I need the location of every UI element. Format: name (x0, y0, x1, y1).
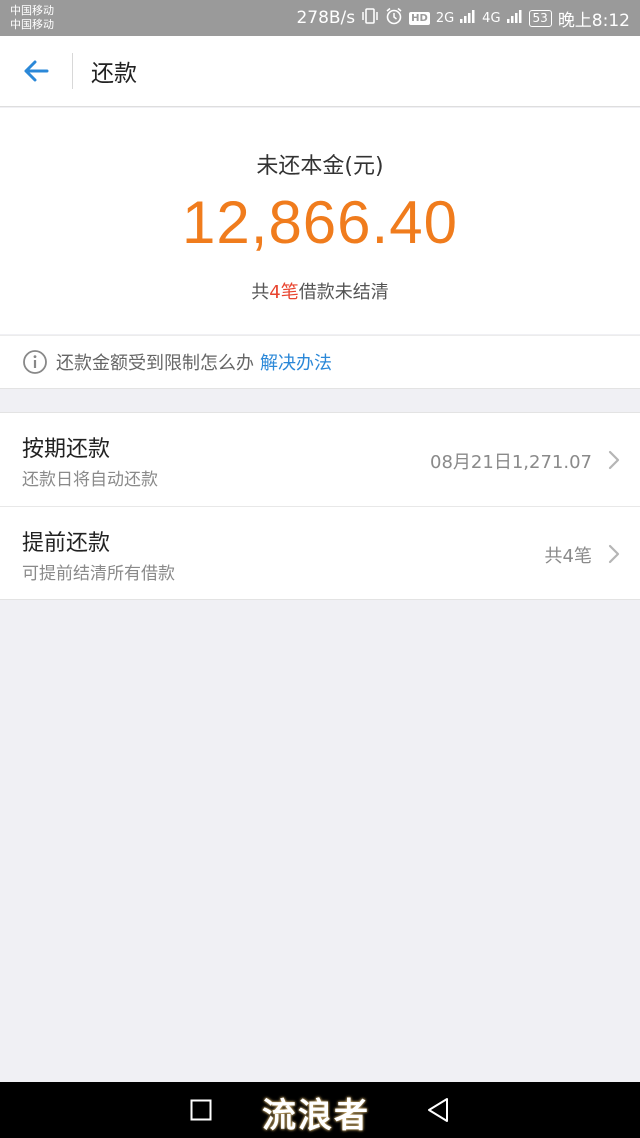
app-header: 还款 (0, 36, 640, 107)
alarm-icon (385, 7, 403, 30)
loan-count-text: 共4笔借款未结清 (0, 278, 640, 304)
solution-link[interactable]: 解决办法 (260, 349, 332, 375)
chevron-right-icon (608, 450, 620, 470)
battery-icon: 53 (528, 9, 552, 27)
carrier-1: 中国移动 (10, 4, 54, 17)
watermark-text: 流浪者 (262, 1096, 370, 1136)
count-suffix: 借款未结清 (298, 282, 389, 303)
row-subtitle: 可提前结清所有借款 (22, 564, 175, 584)
row-subtitle: 还款日将自动还款 (22, 470, 158, 490)
row-value: 共4笔 (544, 546, 592, 567)
repayment-options: 按期还款 还款日将自动还款 08月21日1,271.07 提前还款 可提前结清所… (0, 412, 640, 600)
principal-amount: 12,866.40 (182, 189, 458, 256)
time: 晚上8:12 (557, 10, 630, 31)
row-title: 按期还款 (22, 437, 111, 462)
carrier-2: 中国移动 (10, 18, 54, 31)
principal-summary: 未还本金(元) 12,866.40 共4笔借款未结清 (0, 108, 640, 334)
row-title: 提前还款 (22, 531, 111, 556)
scheduled-repayment-row[interactable]: 按期还款 还款日将自动还款 08月21日1,271.07 (0, 413, 640, 506)
status-indicators: 278B/s HD 2G 4G 53 晚上8:12 (296, 6, 630, 31)
early-repayment-row[interactable]: 提前还款 可提前结清所有借款 共4笔 (0, 506, 640, 599)
info-icon (23, 350, 47, 374)
limit-notice: 还款金额受到限制怎么办 解决办法 (0, 335, 640, 389)
hd-icon: HD (409, 11, 430, 25)
system-nav-bar: 流浪者 (0, 1082, 640, 1138)
row-value: 08月21日1,271.07 (430, 452, 592, 473)
header-divider (72, 53, 73, 89)
signal-2-icon (506, 8, 523, 28)
status-bar: 中国移动 中国移动 278B/s HD 2G 4G 53 晚上8:12 (0, 0, 640, 36)
notice-text: 还款金额受到限制怎么办 (56, 353, 254, 374)
carrier-info: 中国移动 中国移动 (10, 4, 54, 32)
page-title: 还款 (91, 61, 137, 87)
net-speed: 278B/s (296, 8, 356, 28)
recent-apps-square-icon[interactable] (190, 1099, 212, 1121)
principal-label: 未还本金(元) (256, 154, 384, 179)
signal-1-icon (460, 8, 476, 28)
arrow-left-icon (24, 60, 49, 82)
signal-1-label: 2G (435, 10, 455, 26)
count-prefix: 共 (251, 282, 270, 303)
vibrate-icon (361, 7, 379, 29)
chevron-right-icon (608, 544, 620, 564)
nav-back-triangle-icon[interactable] (426, 1097, 450, 1123)
count-number: 4笔 (269, 282, 299, 303)
back-button[interactable] (0, 36, 72, 107)
signal-2-label: 4G (482, 10, 501, 26)
